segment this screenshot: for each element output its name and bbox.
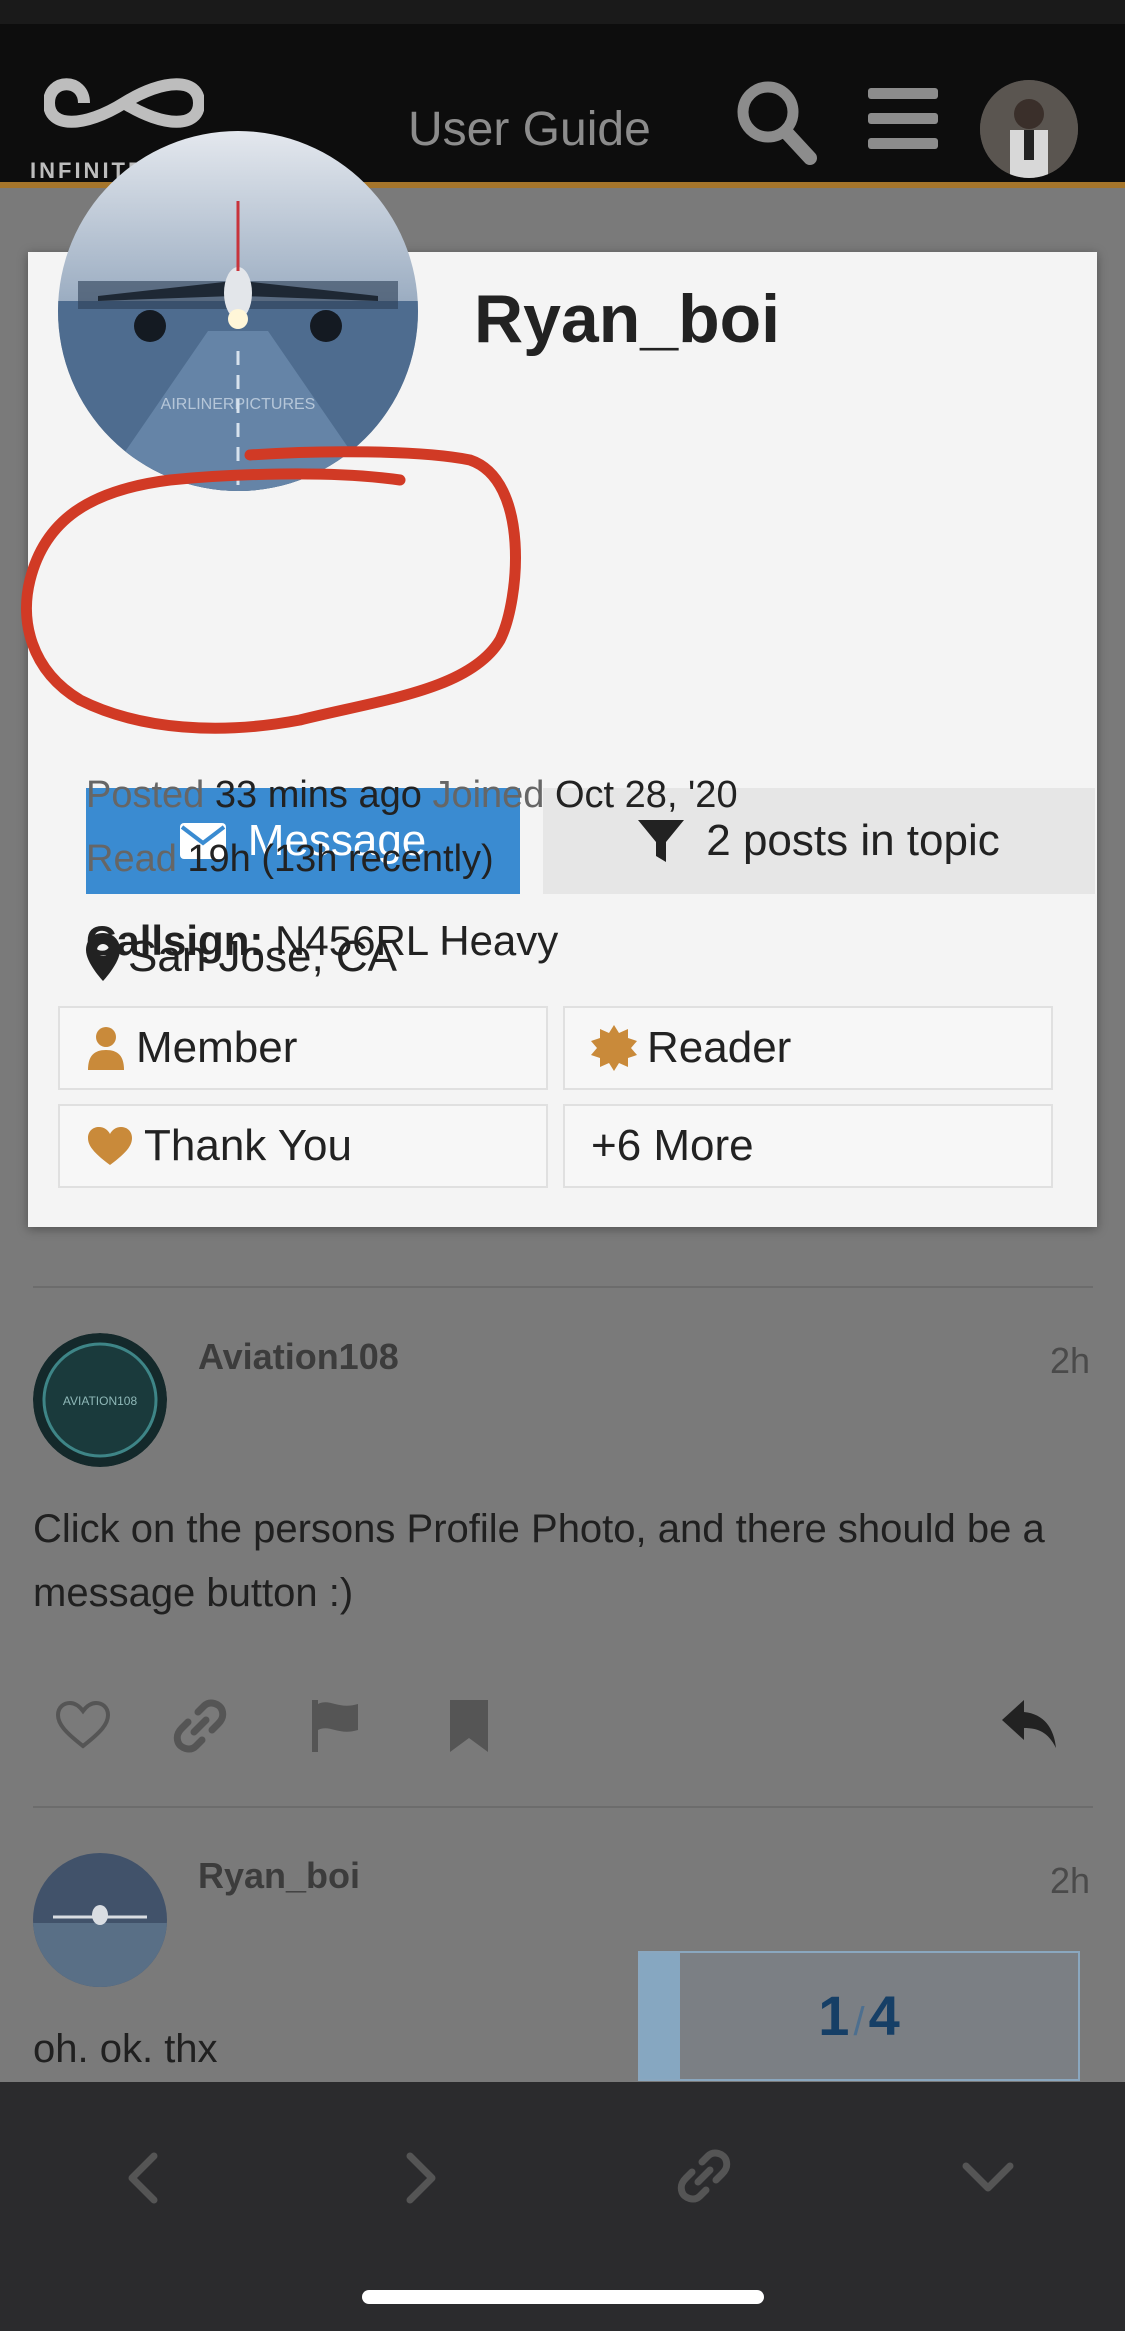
callsign-value: N456RL Heavy [275, 917, 559, 964]
badge-thank-you[interactable]: Thank You [58, 1104, 548, 1188]
back-icon[interactable] [122, 2148, 162, 2208]
joined-label: Joined [432, 774, 545, 816]
read-value: 19h (13h recently) [187, 838, 494, 880]
user-icon [88, 1027, 124, 1070]
badge-label: +6 More [591, 1121, 754, 1170]
post-divider [33, 1286, 1093, 1288]
post-divider [33, 1806, 1093, 1808]
progress-text: 1/4 [818, 1984, 900, 2047]
filter-icon [638, 820, 685, 862]
badge-member[interactable]: Member [58, 1006, 548, 1090]
joined-value: Oct 28, '20 [555, 774, 738, 816]
flag-icon[interactable] [308, 1698, 364, 1754]
home-indicator[interactable] [362, 2290, 764, 2304]
infinity-logo-icon [44, 78, 204, 128]
post-time[interactable]: 2h [1050, 1340, 1090, 1382]
post-author[interactable]: Aviation108 [198, 1336, 399, 1378]
header-title[interactable]: User Guide [408, 102, 651, 157]
badge-reader[interactable]: Reader [563, 1006, 1053, 1090]
collapse-icon[interactable] [960, 2158, 1016, 2198]
posted-value: 33 mins ago [214, 774, 422, 816]
badge-label: Member [136, 1023, 298, 1072]
badge-label: Thank You [144, 1121, 352, 1170]
posts-in-topic-label: 2 posts in topic [706, 816, 1000, 865]
link-icon[interactable] [172, 1698, 228, 1754]
status-bar [0, 0, 1125, 24]
current-user-avatar[interactable] [980, 80, 1078, 178]
certificate-icon [591, 1025, 637, 1071]
post-time[interactable]: 2h [1050, 1860, 1090, 1902]
svg-text:AVIATION108: AVIATION108 [63, 1394, 138, 1408]
callsign-label: Callsign: [86, 917, 264, 964]
badge-label: Reader [647, 1023, 792, 1072]
post-author[interactable]: Ryan_boi [198, 1855, 360, 1897]
avatar[interactable]: AVIATION108 [33, 1333, 167, 1467]
hamburger-menu-icon[interactable] [868, 84, 938, 154]
read-label: Read [86, 838, 177, 880]
user-card-username[interactable]: Ryan_boi [474, 280, 780, 358]
forward-icon[interactable] [402, 2148, 442, 2208]
avatar[interactable] [33, 1853, 167, 1987]
user-stats-posted-joined: Posted 33 mins ago Joined Oct 28, '20 [86, 774, 738, 817]
post-body: Click on the persons Profile Photo, and … [33, 1507, 1045, 1615]
like-heart-icon[interactable] [55, 1700, 111, 1750]
topic-progress-indicator[interactable]: 1/4 [638, 1951, 1080, 2081]
user-profile-avatar[interactable]: AIRLINERPICTURES [58, 131, 418, 491]
reply-icon[interactable] [1000, 1698, 1058, 1750]
user-callsign: Callsign: N456RL Heavy [86, 917, 558, 965]
posted-label: Posted [86, 774, 205, 816]
bookmark-icon[interactable] [448, 1698, 490, 1754]
share-link-icon[interactable] [676, 2148, 732, 2204]
badge-more[interactable]: +6 More [563, 1104, 1053, 1188]
search-icon[interactable] [734, 76, 818, 166]
user-stats-read: Read 19h (13h recently) [86, 838, 494, 881]
svg-text:AIRLINERPICTURES: AIRLINERPICTURES [161, 396, 316, 413]
heart-icon [88, 1127, 132, 1165]
